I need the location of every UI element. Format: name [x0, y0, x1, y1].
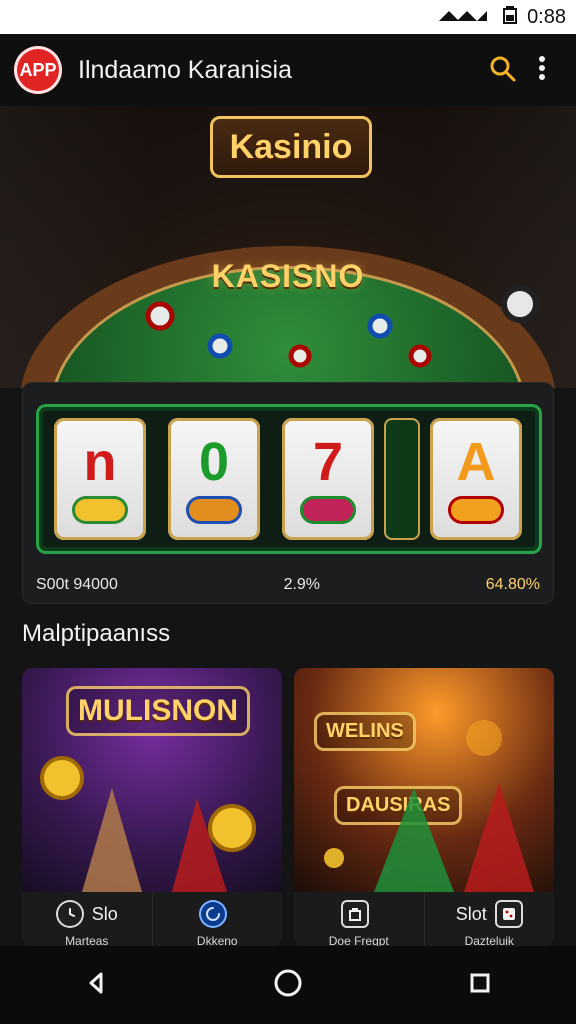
game-card-2-action-right-label: Slot — [455, 903, 487, 924]
game-card-2-action-left-row: Doe Fregpt — [294, 900, 424, 946]
reel-1-symbol: n — [83, 432, 117, 492]
reel-1: n — [54, 418, 146, 540]
signal-icon — [437, 5, 493, 29]
reel-4-fruit — [448, 496, 504, 524]
game-card-2-action-left[interactable]: Doe Fregpt — [294, 892, 424, 946]
game-card-1-action-left-sub: Marteas — [65, 934, 109, 946]
battery-icon — [501, 4, 519, 30]
app-bar: APP Ilndaamo Karanisia — [0, 34, 576, 106]
home-button[interactable] — [256, 953, 320, 1017]
reel-divider — [384, 418, 420, 540]
system-nav-bar — [0, 946, 576, 1024]
chips-decoration — [145, 285, 539, 368]
game-card-2-action-right-row: Slot Dazteluik — [425, 900, 555, 946]
back-button[interactable] — [64, 953, 128, 1017]
dice-icon — [494, 900, 523, 928]
reel-1-fruit — [72, 496, 128, 524]
slot-footer-right: 64.80% — [485, 576, 540, 593]
reel-2: 0 — [168, 418, 260, 540]
reel-3: 7 — [282, 418, 374, 540]
home-icon — [271, 966, 305, 1005]
hero-banner[interactable]: Kasinio KASISNO — [0, 106, 576, 388]
slot-footer-mid: 2.9% — [283, 576, 321, 593]
game-card-1-bottom: Slo Marteas Dkkeno — [22, 892, 282, 946]
slot-machine-panel[interactable]: n 0 7 A S00t 94000 2.9% 64.80% — [22, 382, 554, 604]
game-card-1-characters — [40, 756, 256, 892]
back-icon — [81, 968, 111, 1003]
search-button[interactable] — [482, 50, 522, 90]
app-logo[interactable]: APP — [14, 46, 62, 94]
status-time: 0:88 — [527, 5, 566, 28]
more-button[interactable] — [522, 50, 562, 90]
recent-apps-icon — [465, 968, 495, 1003]
search-icon — [487, 53, 517, 88]
spinner-icon — [199, 900, 228, 928]
game-card-1-action-right-sub: Dkkeno — [196, 934, 238, 946]
game-card-2[interactable]: WELINS DAUSIRAS Doe Fregpt Slot Daztelui… — [294, 668, 554, 946]
reel-3-fruit — [300, 496, 356, 524]
game-card-1-action-left[interactable]: Slo Marteas — [22, 892, 152, 946]
reel-3-symbol: 7 — [312, 432, 344, 492]
slot-footer-left: S00t 94000 — [36, 576, 118, 593]
game-card-2-action-left-sub: Doe Fregpt — [328, 934, 389, 946]
game-card-1-action-right-row: Dkkeno — [153, 900, 283, 946]
game-card-2-characters — [324, 720, 534, 892]
game-card-2-bottom: Doe Fregpt Slot Dazteluik — [294, 892, 554, 946]
recent-apps-button[interactable] — [448, 953, 512, 1017]
game-card-1-action-right[interactable]: Dkkeno — [153, 892, 283, 946]
reels-frame: n 0 7 A — [36, 404, 542, 554]
reel-4: A — [430, 418, 522, 540]
status-bar: 0:88 — [0, 0, 576, 34]
reel-2-fruit — [186, 496, 242, 524]
app-title: Ilndaamo Karanisia — [78, 55, 293, 84]
reel-2-symbol: 0 — [198, 432, 230, 492]
section-title: Malptipaanıss — [22, 620, 171, 647]
game-card-1-action-left-row: Slo Marteas — [22, 900, 152, 946]
bag-icon — [340, 900, 369, 928]
game-card-2-action-right-sub: Dazteluik — [464, 934, 514, 946]
game-card-1-action-left-label: Slo — [91, 903, 118, 924]
game-card-2-action-right[interactable]: Slot Dazteluik — [425, 892, 555, 946]
more-vertical-icon — [537, 53, 547, 88]
slot-footer: S00t 94000 2.9% 64.80% — [36, 574, 540, 596]
game-card-1[interactable]: MULISNON Slo Marteas Dkkeno — [22, 668, 282, 946]
clock-icon — [55, 900, 84, 928]
reel-4-symbol: A — [456, 432, 496, 492]
